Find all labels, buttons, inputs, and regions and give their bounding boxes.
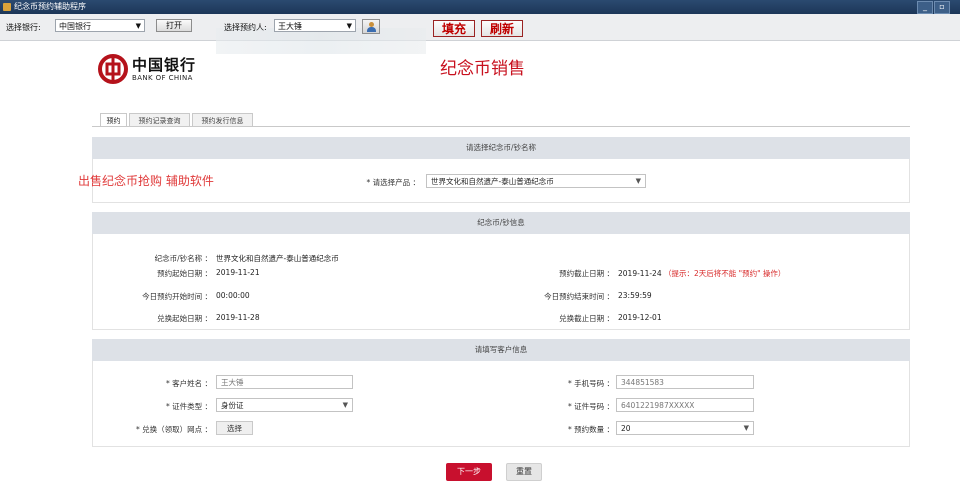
promo-text: 出售纪念币抢购 辅助软件 — [78, 174, 214, 188]
quantity-select[interactable]: 20 ▼ — [616, 421, 754, 435]
window-title-bar: 纪念币预约辅助程序 _ ▫ — [0, 0, 960, 14]
dropdown-arrow-icon: ▼ — [635, 177, 641, 185]
app-icon — [3, 3, 11, 11]
bank-name-cn: 中国银行 — [132, 56, 197, 74]
today-start-value: 00:00:00 — [216, 291, 250, 300]
coin-name-label: 纪念币/钞名称 ： — [154, 254, 212, 263]
product-label: * 请选择产品 ： — [366, 178, 420, 187]
exchange-end-value: 2019-12-01 — [618, 313, 662, 322]
tab-issue-info[interactable]: 预约发行信息 — [192, 113, 253, 127]
id-type-value: 身份证 — [221, 401, 244, 410]
tab-record-query[interactable]: 预约记录查询 — [129, 113, 190, 127]
window-title: 纪念币预约辅助程序 — [14, 2, 86, 11]
boc-logo-icon — [98, 54, 128, 84]
person-manage-button[interactable] — [362, 19, 380, 34]
start-date-label: 预约起始日期 ： — [157, 269, 212, 278]
exchange-end-label: 兑换截止日期 ： — [559, 314, 614, 323]
dropdown-arrow-icon: ▼ — [135, 22, 141, 30]
product-select[interactable]: 世界文化和自然遗产-泰山普通纪念币 ▼ — [426, 174, 646, 188]
bank-select[interactable]: 中国银行 ▼ — [55, 19, 145, 32]
open-button[interactable]: 打开 — [156, 19, 192, 32]
id-number-input[interactable]: 6401221987XXXXX — [616, 398, 754, 412]
refresh-button[interactable]: 刷新 — [481, 20, 523, 37]
page-title: 纪念币销售 — [440, 59, 525, 79]
quantity-value: 20 — [621, 424, 631, 433]
id-number-label: * 证件号码 ： — [567, 402, 614, 411]
bank-label: 选择银行: — [6, 23, 41, 32]
end-date-label: 预约截止日期 ： — [559, 269, 614, 278]
today-start-label: 今日预约开始时间 ： — [142, 292, 212, 301]
start-date-value: 2019-11-21 — [216, 268, 260, 277]
today-end-value: 23:59:59 — [618, 291, 652, 300]
select-section-heading: 请选择纪念币/钞名称 — [92, 137, 910, 159]
branch-label: * 兑换（领取）网点 ： — [135, 425, 212, 434]
id-type-select[interactable]: 身份证 ▼ — [216, 398, 353, 412]
exchange-start-label: 兑换起始日期 ： — [157, 314, 212, 323]
phone-input[interactable]: 344851583 — [616, 375, 754, 389]
customer-section-heading: 请填写客户信息 — [92, 339, 910, 361]
product-select-value: 世界文化和自然遗产-泰山普通纪念币 — [431, 177, 554, 186]
quantity-label: * 预约数量 ： — [567, 425, 614, 434]
minimize-button[interactable]: _ — [917, 1, 933, 14]
end-date-note: （提示：2天后将不能 "预约" 操作） — [663, 269, 786, 278]
person-select[interactable]: 王大锤 ▼ — [274, 19, 356, 32]
person-select-value: 王大锤 — [278, 22, 302, 31]
customer-name-input[interactable]: 王大锤 — [216, 375, 353, 389]
reset-button[interactable]: 重置 — [506, 463, 542, 481]
exchange-start-value: 2019-11-28 — [216, 313, 260, 322]
id-type-label: * 证件类型 ： — [165, 402, 212, 411]
customer-name-label: * 客户姓名 ： — [165, 379, 212, 388]
dropdown-arrow-icon: ▼ — [743, 424, 749, 432]
info-section-heading: 纪念币/钞信息 — [92, 212, 910, 234]
end-date-value: 2019-11-24 （提示：2天后将不能 "预约" 操作） — [618, 269, 786, 278]
branch-select-button[interactable]: 选择 — [216, 421, 253, 435]
coin-name-value: 世界文化和自然遗产-泰山普通纪念币 — [216, 254, 339, 263]
bank-select-value: 中国银行 — [59, 22, 91, 31]
toolbar: 选择银行: 中国银行 ▼ 打开 选择预约人: 王大锤 ▼ — [0, 14, 960, 54]
tab-reserve[interactable]: 预约 — [100, 113, 127, 127]
fill-button[interactable]: 填充 — [433, 20, 475, 37]
tab-divider — [92, 126, 910, 127]
phone-label: * 手机号码 ： — [567, 379, 614, 388]
dropdown-arrow-icon: ▼ — [346, 22, 352, 30]
person-label: 选择预约人: — [224, 23, 267, 32]
today-end-label: 今日预约结束时间 ： — [544, 292, 614, 301]
dropdown-arrow-icon: ▼ — [342, 401, 348, 409]
bank-name-en: BANK OF CHINA — [132, 74, 193, 82]
next-button[interactable]: 下一步 — [446, 463, 492, 481]
restore-button[interactable]: ▫ — [934, 1, 950, 14]
